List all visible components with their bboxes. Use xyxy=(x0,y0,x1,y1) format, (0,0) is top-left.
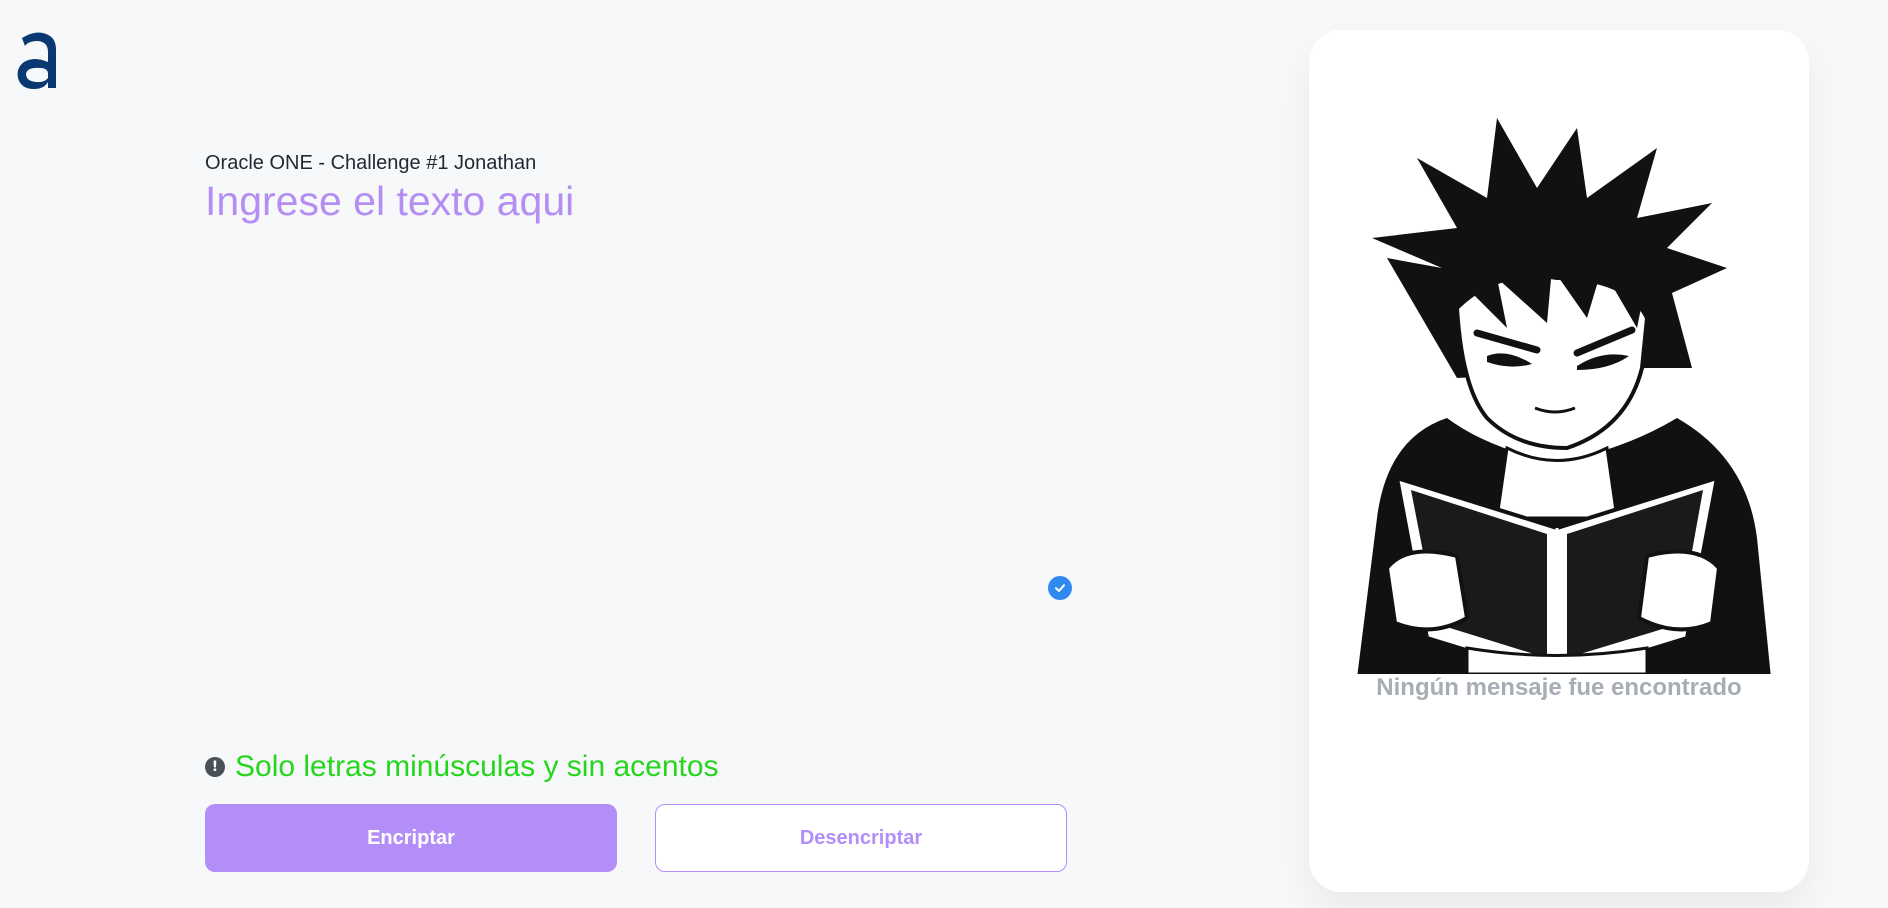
alura-logo-icon xyxy=(17,32,56,89)
exclamation-icon: ! xyxy=(205,757,225,777)
page-subtitle: Oracle ONE - Challenge #1 Jonathan xyxy=(205,152,537,174)
grammar-check-icon[interactable] xyxy=(1048,576,1072,600)
decrypt-button[interactable]: Desencriptar xyxy=(655,804,1067,872)
empty-output-message: Ningún mensaje fue encontrado xyxy=(1376,674,1742,701)
encrypt-button[interactable]: Encriptar xyxy=(205,804,617,872)
input-hint: ! Solo letras minúsculas y sin acentos xyxy=(205,750,719,784)
hint-text: Solo letras minúsculas y sin acentos xyxy=(235,750,719,783)
message-input[interactable] xyxy=(205,178,1075,738)
anime-boy-reading-book-illustration xyxy=(1357,118,1771,674)
output-card: Ningún mensaje fue encontrado xyxy=(1309,30,1809,892)
